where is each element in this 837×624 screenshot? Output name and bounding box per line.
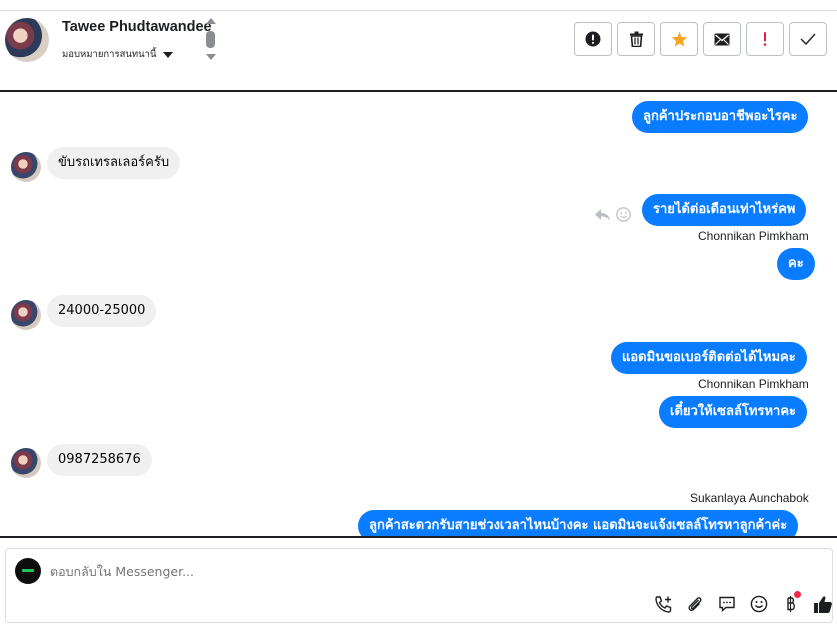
composer-toolbar <box>652 591 834 615</box>
outgoing-message[interactable]: ลูกค้าสะดวกรับสายช่วงเวลาไหนบ้างคะ แอดมิ… <box>358 510 799 537</box>
assign-conversation-dropdown[interactable]: มอบหมายการสนทนานี้ <box>62 47 173 62</box>
paperclip-icon <box>688 597 702 612</box>
sender-label: Sukanlaya Aunchabok <box>690 491 809 505</box>
conversation-actions <box>574 22 827 56</box>
incoming-message[interactable]: 24000-25000 <box>47 295 157 327</box>
incoming-message[interactable]: 0987258676 <box>47 444 152 476</box>
outgoing-message[interactable]: เดี๋ยวให้เซลล์โทรหาคะ <box>659 396 808 428</box>
spam-report-button[interactable] <box>574 22 612 56</box>
composer-divider <box>0 536 837 538</box>
thumbs-up-icon <box>814 595 832 613</box>
caret-down-icon <box>162 51 173 58</box>
mark-unread-button[interactable] <box>703 22 741 56</box>
payment-button[interactable] <box>780 591 802 615</box>
saved-replies-button[interactable] <box>716 593 738 615</box>
reply-input[interactable] <box>50 564 610 579</box>
emoji-icon <box>750 595 768 613</box>
contact-avatar[interactable] <box>5 18 49 62</box>
like-button[interactable] <box>812 593 834 615</box>
star-icon <box>671 31 687 47</box>
trash-icon <box>629 31 643 47</box>
outgoing-message[interactable]: รายได้ต่อเดือนเท่าไหร่คพ <box>642 194 807 226</box>
reply-icon[interactable] <box>594 208 611 222</box>
alert-circle-icon <box>585 31 601 47</box>
scroll-up-arrow-icon[interactable] <box>206 18 216 24</box>
message-hover-actions <box>594 207 631 222</box>
outgoing-message[interactable]: แอดมินขอเบอร์ติดต่อได้ไหมคะ <box>611 342 807 374</box>
scroll-down-arrow-icon[interactable] <box>206 54 216 60</box>
call-button[interactable] <box>652 593 674 615</box>
emoji-button[interactable] <box>748 593 770 615</box>
notification-dot <box>794 591 801 598</box>
exclamation-icon <box>763 32 767 46</box>
outgoing-message[interactable]: ลูกค้าประกอบอาชีพอะไรคะ <box>632 101 809 133</box>
follow-up-button[interactable] <box>746 22 784 56</box>
reply-composer <box>5 548 833 623</box>
message-thread[interactable]: ลูกค้าประกอบอาชีพอะไรคะ ขับรถเทรลเลอร์คร… <box>0 92 837 537</box>
attach-button[interactable] <box>684 593 706 615</box>
contact-avatar-small[interactable] <box>11 152 41 182</box>
envelope-icon <box>714 33 730 45</box>
phone-plus-icon <box>654 595 671 613</box>
sender-label: Chonnikan Pimkham <box>698 377 809 391</box>
assign-label: มอบหมายการสนทนานี้ <box>62 49 157 60</box>
header-scrollbar[interactable] <box>204 16 218 64</box>
contact-name[interactable]: Tawee Phudtawandee <box>62 19 212 35</box>
star-button[interactable] <box>660 22 698 56</box>
mark-done-button[interactable] <box>789 22 827 56</box>
contact-avatar-small[interactable] <box>11 300 41 330</box>
react-emoji-icon[interactable] <box>616 207 631 222</box>
saved-reply-icon <box>719 596 735 613</box>
delete-button[interactable] <box>617 22 655 56</box>
incoming-message[interactable]: ขับรถเทรลเลอร์ครับ <box>47 147 181 179</box>
scrollbar-thumb[interactable] <box>206 31 215 48</box>
outgoing-message[interactable]: คะ <box>777 248 815 280</box>
page-avatar <box>15 558 41 584</box>
check-icon <box>800 33 816 45</box>
contact-avatar-small[interactable] <box>11 448 41 478</box>
sender-label: Chonnikan Pimkham <box>698 229 809 243</box>
